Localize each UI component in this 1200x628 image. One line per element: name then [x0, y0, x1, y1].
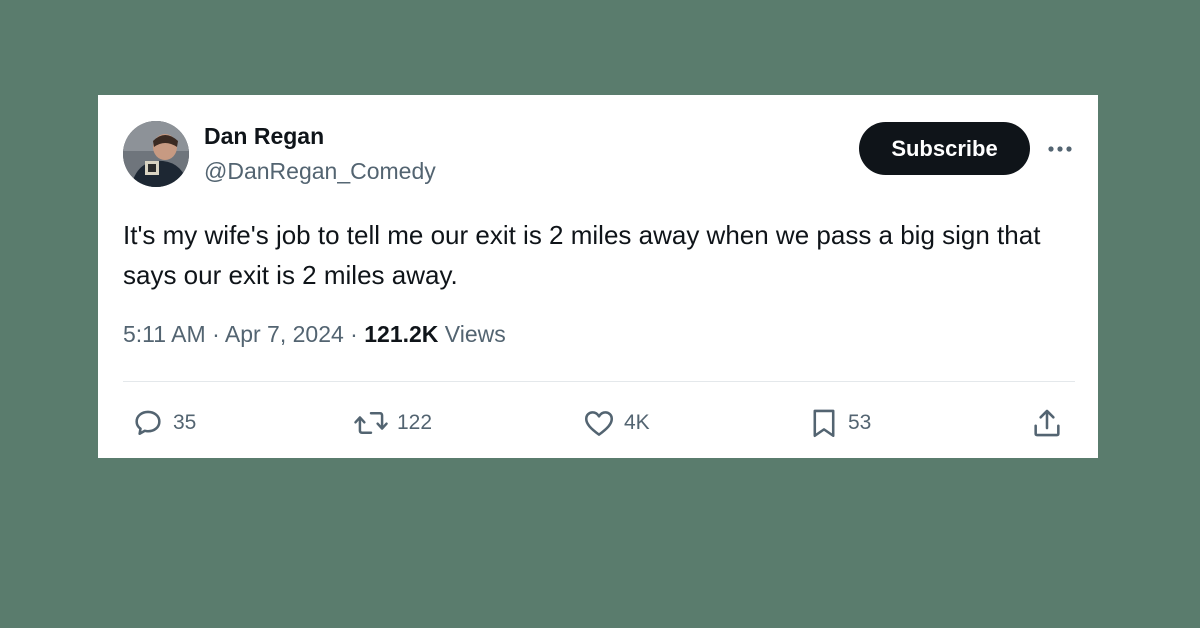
like-button[interactable]: 4K: [582, 403, 650, 443]
repost-count: 122: [397, 411, 433, 434]
bookmark-button[interactable]: 53: [808, 403, 871, 443]
tweet-date[interactable]: Apr 7, 2024: [225, 321, 344, 347]
avatar[interactable]: [123, 121, 189, 187]
divider: [123, 381, 1075, 382]
tweet-text: It's my wife's job to tell me our exit i…: [123, 220, 1041, 290]
more-options-button[interactable]: [1043, 135, 1077, 163]
like-count: 4K: [624, 411, 650, 434]
reply-button[interactable]: 35: [131, 403, 196, 443]
bookmark-count: 53: [848, 411, 872, 434]
share-button[interactable]: [1030, 403, 1064, 443]
heart-icon: [584, 411, 614, 436]
author-handle[interactable]: @DanRegan_Comedy: [204, 158, 436, 185]
tweet-metadata: 5:11 AM · Apr 7, 2024 · 121.2K Views: [123, 321, 506, 348]
repost-button[interactable]: 122: [353, 403, 432, 443]
views-label: Views: [438, 321, 506, 347]
subscribe-button[interactable]: Subscribe: [859, 122, 1030, 175]
speech-bubble-icon: [135, 410, 161, 436]
tweet-time[interactable]: 5:11 AM: [123, 321, 206, 347]
reply-count: 35: [173, 411, 197, 434]
share-upload-icon: [1034, 409, 1060, 437]
bookmark-icon: [813, 409, 835, 438]
views-count: 121.2K: [364, 321, 439, 347]
repost-arrows-icon: [354, 412, 388, 434]
tweet-card: Dan Regan @DanRegan_Comedy Subscribe It'…: [98, 95, 1098, 458]
more-horizontal-icon: [1048, 146, 1072, 152]
meta-separator: ·: [205, 321, 225, 347]
meta-separator: ·: [343, 321, 365, 347]
avatar-image: [123, 121, 189, 187]
author-display-name[interactable]: Dan Regan: [204, 123, 324, 150]
